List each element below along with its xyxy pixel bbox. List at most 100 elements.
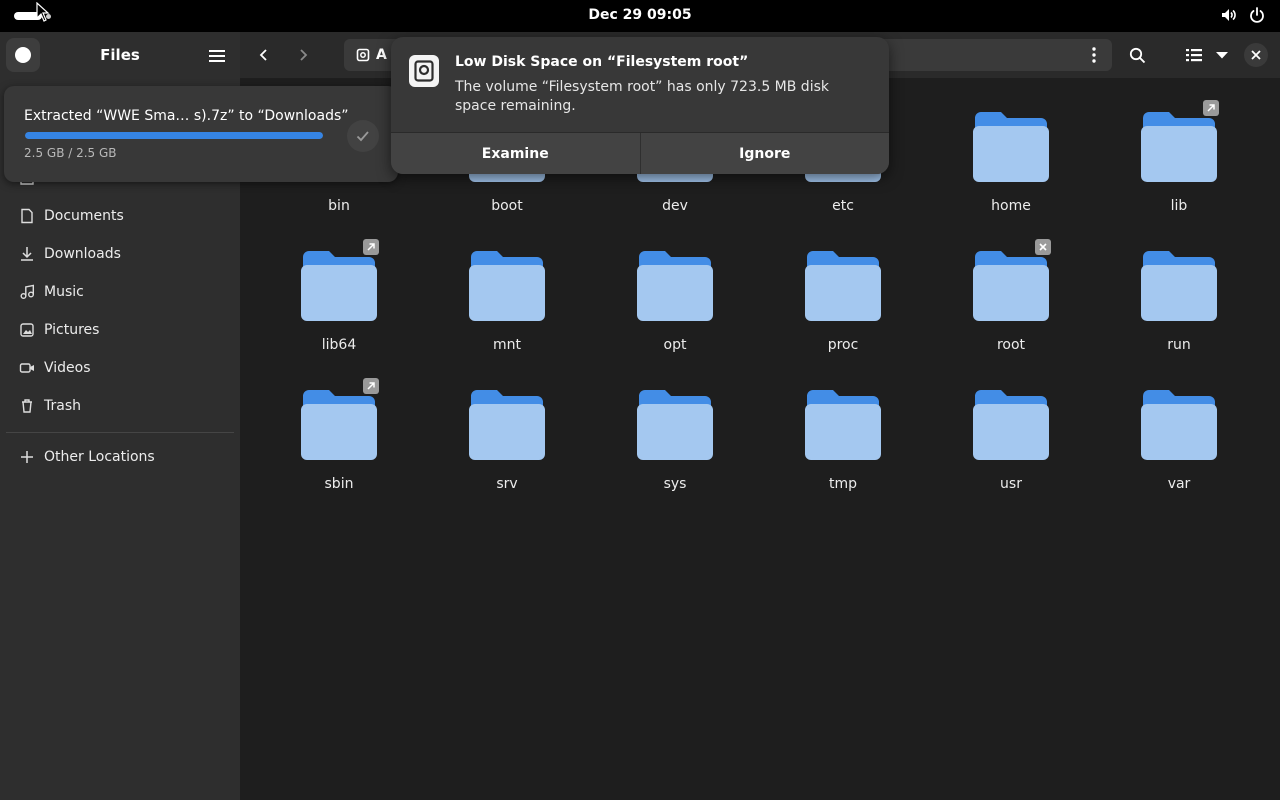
download-icon — [18, 245, 36, 263]
examine-button[interactable]: Examine — [391, 133, 640, 174]
view-options-button[interactable] — [1210, 40, 1234, 70]
folder-name: tmp — [828, 476, 857, 492]
volume-icon — [1222, 9, 1236, 21]
sidebar-item-trash[interactable]: Trash — [6, 389, 234, 423]
folder-name: bin — [328, 198, 350, 214]
folder-name: proc — [827, 337, 859, 353]
sidebar-item-label: Pictures — [44, 322, 100, 338]
folder-name: run — [1167, 337, 1191, 353]
sidebar-header: Files — [0, 32, 240, 78]
folder-icon — [803, 243, 883, 325]
operation-title: Extracted “WWE Sma… s).7z” to “Downloads… — [24, 108, 349, 124]
ignore-button[interactable]: Ignore — [639, 133, 889, 174]
folder-icon — [635, 382, 715, 464]
low-disk-space-notification[interactable]: Low Disk Space on “Filesystem root” The … — [391, 37, 889, 174]
folder-item[interactable]: srv — [442, 374, 572, 504]
symlink-emblem-icon — [1203, 100, 1219, 116]
folder-item[interactable]: mnt — [442, 235, 572, 365]
folder-item[interactable]: home — [946, 96, 1076, 226]
folder-name: usr — [1000, 476, 1022, 492]
folder-name: opt — [663, 337, 687, 353]
file-grid: bin boot dev etc home lib lib64 mnt opt proc root r… — [240, 78, 1280, 800]
folder-item[interactable]: run — [1114, 235, 1244, 365]
operation-done-button[interactable] — [347, 120, 379, 152]
folder-item[interactable]: proc — [778, 235, 908, 365]
unreadable-emblem-icon — [1035, 239, 1051, 255]
folder-item[interactable]: sbin — [274, 374, 404, 504]
sidebar-item-label: Videos — [44, 360, 91, 376]
notification-actions: Examine Ignore — [391, 132, 889, 174]
folder-item[interactable]: lib — [1114, 96, 1244, 226]
list-view-icon — [1186, 49, 1202, 62]
path-menu-button[interactable] — [1084, 43, 1104, 67]
search-button[interactable] — [1122, 40, 1152, 70]
more-icon — [1092, 47, 1096, 63]
folder-item[interactable]: var — [1114, 374, 1244, 504]
hamburger-icon — [209, 50, 225, 62]
close-icon — [1251, 50, 1261, 60]
app-indicator-button[interactable] — [6, 38, 40, 72]
mouse-cursor — [36, 2, 50, 22]
folder-icon — [1139, 243, 1219, 325]
plus-icon — [18, 448, 36, 466]
back-button[interactable] — [248, 40, 280, 70]
path-segment-label: A — [376, 47, 387, 63]
document-icon — [18, 207, 36, 225]
folder-name: dev — [662, 198, 688, 214]
view-list-button[interactable] — [1180, 40, 1208, 70]
trash-icon — [18, 397, 36, 415]
folder-icon — [299, 243, 379, 325]
folder-icon — [1139, 104, 1219, 186]
folder-icon — [467, 382, 547, 464]
sidebar-item-documents[interactable]: Documents — [6, 199, 234, 233]
system-tray[interactable] — [1220, 6, 1266, 24]
notification-title: Low Disk Space on “Filesystem root” — [455, 54, 749, 70]
folder-icon — [635, 243, 715, 325]
folder-item[interactable]: usr — [946, 374, 1076, 504]
folder-name: etc — [832, 198, 854, 214]
window-close-button[interactable] — [1244, 43, 1268, 67]
forward-button[interactable] — [287, 40, 319, 70]
search-icon — [1129, 47, 1145, 63]
sidebar-item-other-locations[interactable]: Other Locations — [6, 440, 234, 474]
folder-name: sys — [663, 476, 687, 492]
folder-icon — [971, 382, 1051, 464]
sidebar-item-pictures[interactable]: Pictures — [6, 313, 234, 347]
power-icon — [1250, 7, 1264, 23]
folder-item[interactable]: tmp — [778, 374, 908, 504]
notification-body: The volume “Filesystem root” has only 72… — [455, 79, 829, 114]
main-menu-button[interactable] — [200, 43, 234, 69]
sidebar-item-label: Downloads — [44, 246, 121, 262]
sidebar-separator — [6, 432, 234, 433]
sidebar-item-downloads[interactable]: Downloads — [6, 237, 234, 271]
drive-icon — [356, 48, 370, 62]
circle-icon — [15, 47, 31, 63]
folder-icon — [467, 243, 547, 325]
folder-item[interactable]: opt — [610, 235, 740, 365]
folder-item[interactable]: sys — [610, 374, 740, 504]
checkmark-icon — [356, 131, 369, 142]
path-segment[interactable]: A — [356, 47, 387, 63]
folder-icon — [971, 243, 1051, 325]
sidebar-item-label: Trash — [44, 398, 81, 414]
operation-progress-fill — [25, 132, 323, 139]
folder-item[interactable]: lib64 — [274, 235, 404, 365]
sidebar-title: Files — [100, 46, 140, 64]
folder-item[interactable]: root — [946, 235, 1076, 365]
folder-name: sbin — [324, 476, 354, 492]
chevron-down-icon — [1216, 52, 1228, 59]
music-icon — [18, 283, 36, 301]
folder-name: mnt — [493, 337, 521, 353]
sidebar-item-label: Music — [44, 284, 84, 300]
sidebar-item-label: Documents — [44, 208, 124, 224]
folder-name: srv — [496, 476, 518, 492]
symlink-emblem-icon — [363, 239, 379, 255]
clock[interactable]: Dec 29 09:05 — [0, 7, 1280, 23]
back-icon — [259, 49, 267, 61]
sidebar-item-videos[interactable]: Videos — [6, 351, 234, 385]
disk-icon — [409, 55, 439, 87]
operation-progress-bar — [25, 132, 323, 139]
sidebar-item-music[interactable]: Music — [6, 275, 234, 309]
top-bar: Dec 29 09:05 — [0, 0, 1280, 32]
folder-icon — [299, 382, 379, 464]
